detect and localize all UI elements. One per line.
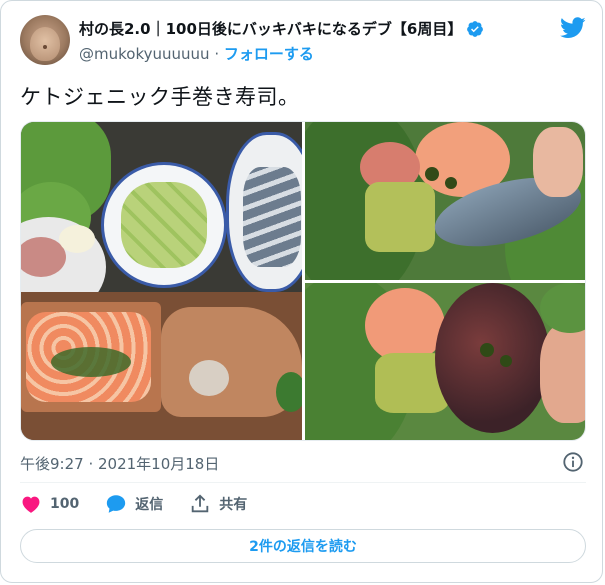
mushroom-shape xyxy=(189,360,229,396)
tweet-text: ケトジェニック手巻き寿司。 xyxy=(20,85,300,109)
caper-shape xyxy=(425,167,439,181)
handle-row: @mukokyuuuuuu · フォローする xyxy=(79,43,314,64)
heart-icon xyxy=(22,496,40,513)
like-count: 100 xyxy=(50,496,80,512)
photo-hand-roll-bonito[interactable] xyxy=(305,283,585,440)
reply-label: 返信 xyxy=(135,497,164,513)
separator: · xyxy=(214,45,220,63)
user-handle[interactable]: @mukokyuuuuuu xyxy=(79,45,210,63)
photo-hand-roll-shrimp[interactable] xyxy=(305,122,585,280)
read-replies-button[interactable]: 2件の返信を読む xyxy=(20,529,586,563)
caper-shape xyxy=(500,355,512,367)
avocado-cubes-shape xyxy=(121,182,207,268)
lettuce-shape xyxy=(540,283,585,333)
reply-button[interactable]: 返信 xyxy=(105,493,163,515)
tweet-card: 村の長2.0｜100日後にバッキバキになるデブ【6周目】 @mukokyuuuu… xyxy=(0,0,603,583)
avatar-detail xyxy=(43,45,47,49)
reply-bubble-icon xyxy=(107,495,126,513)
divider xyxy=(20,482,586,483)
action-bar: 100 返信 共有 xyxy=(20,493,273,515)
tweet-timestamp[interactable]: 午後9:27 · 2021年10月18日 xyxy=(20,453,219,474)
verified-badge-icon xyxy=(467,20,484,37)
avocado-shape xyxy=(365,182,435,252)
salmon-shape xyxy=(365,288,445,363)
follow-button[interactable]: フォローする xyxy=(224,45,314,63)
herb-shape xyxy=(51,347,131,377)
avatar[interactable] xyxy=(20,15,70,65)
share-icon xyxy=(191,494,209,513)
media-grid xyxy=(20,121,586,441)
leaf-shape xyxy=(276,372,302,412)
like-button[interactable]: 100 xyxy=(20,493,79,515)
mackerel-shape xyxy=(243,167,301,267)
share-label: 共有 xyxy=(219,497,248,513)
caper-shape xyxy=(445,177,457,189)
finger-shape xyxy=(540,323,585,423)
share-button[interactable]: 共有 xyxy=(189,493,247,515)
caper-shape xyxy=(480,343,494,357)
finger-shape xyxy=(533,127,583,197)
twitter-bird-icon[interactable] xyxy=(560,17,586,39)
author-name-row[interactable]: 村の長2.0｜100日後にバッキバキになるデブ【6周目】 xyxy=(79,18,484,39)
photo-table-overhead[interactable] xyxy=(21,122,302,440)
mayo-shape xyxy=(59,225,95,253)
info-icon[interactable] xyxy=(562,451,584,473)
bonito-shape xyxy=(435,283,550,433)
avatar-photo xyxy=(30,27,60,61)
display-name[interactable]: 村の長2.0｜100日後にバッキバキになるデブ【6周目】 xyxy=(79,18,462,39)
